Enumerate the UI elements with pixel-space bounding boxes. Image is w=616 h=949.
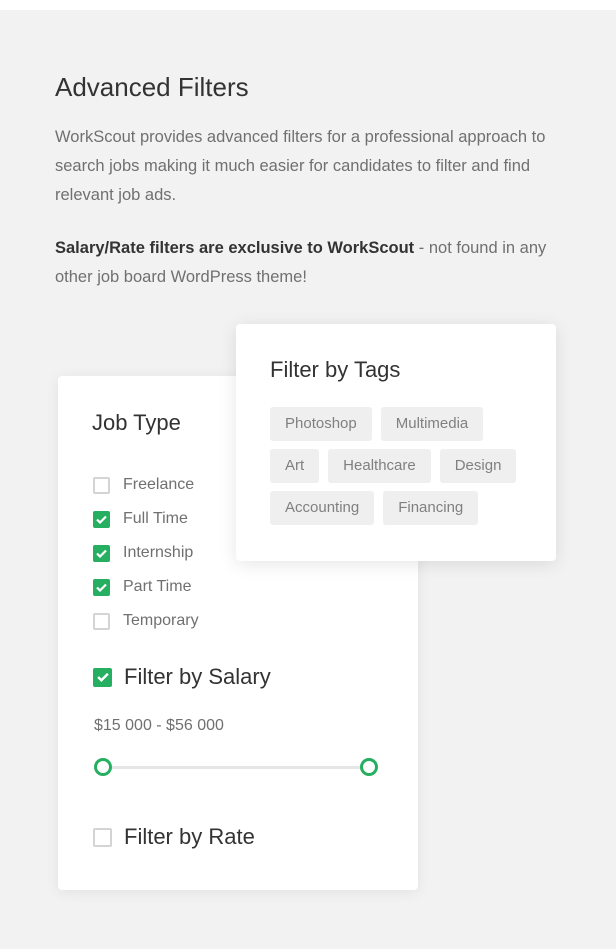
- salary-range-slider[interactable]: [94, 758, 378, 776]
- slider-min-handle[interactable]: [94, 758, 112, 776]
- tag-art[interactable]: Art: [270, 449, 320, 483]
- tag-multimedia[interactable]: Multimedia: [380, 407, 484, 441]
- slider-max-handle[interactable]: [360, 758, 378, 776]
- section-description: WorkScout provides advanced filters for …: [55, 128, 546, 204]
- tag-accounting[interactable]: Accounting: [270, 491, 375, 525]
- job-type-label: Full Time: [123, 510, 188, 527]
- job-type-list: Freelance Full Time Internship Part Time…: [93, 468, 199, 638]
- checkmark-icon: [96, 549, 107, 558]
- slider-selected-range: [103, 766, 369, 769]
- tag-cloud: Photoshop Multimedia Art Healthcare Desi…: [270, 407, 540, 533]
- tag-photoshop[interactable]: Photoshop: [270, 407, 372, 441]
- checkmark-icon: [96, 515, 107, 524]
- job-type-label: Internship: [123, 544, 194, 561]
- tag-healthcare[interactable]: Healthcare: [328, 449, 431, 483]
- job-type-title: Job Type: [92, 410, 181, 435]
- checkbox[interactable]: [93, 510, 110, 528]
- tag-design[interactable]: Design: [439, 449, 517, 483]
- checkbox[interactable]: [93, 476, 110, 494]
- job-type-label: Freelance: [123, 476, 195, 493]
- salary-checkbox[interactable]: [93, 667, 112, 687]
- job-type-option-temporary[interactable]: Temporary: [93, 604, 199, 638]
- filter-by-salary-label: Filter by Salary: [124, 664, 271, 689]
- job-type-option-internship[interactable]: Internship: [93, 536, 199, 570]
- filter-by-rate-label: Filter by Rate: [124, 824, 255, 849]
- tag-financing[interactable]: Financing: [383, 491, 479, 525]
- tag-row: Photoshop Multimedia: [270, 407, 540, 441]
- filter-by-rate-toggle[interactable]: Filter by Rate: [93, 824, 255, 850]
- tag-row: Art Healthcare Design: [270, 449, 540, 483]
- job-type-label: Part Time: [123, 578, 192, 595]
- tag-row: Accounting Financing: [270, 491, 540, 525]
- checkbox[interactable]: [93, 578, 110, 596]
- salary-range-value: $15 000 - $56 000: [94, 717, 224, 734]
- section-title: Advanced Filters: [55, 72, 249, 102]
- section-note: Salary/Rate filters are exclusive to Wor…: [55, 234, 575, 292]
- filter-by-salary-toggle[interactable]: Filter by Salary: [93, 664, 271, 690]
- tags-card: Filter by Tags Photoshop Multimedia Art …: [236, 324, 556, 561]
- job-type-option-part-time[interactable]: Part Time: [93, 570, 199, 604]
- tags-title: Filter by Tags: [270, 357, 401, 382]
- job-type-option-full-time[interactable]: Full Time: [93, 502, 199, 536]
- rate-checkbox[interactable]: [93, 827, 112, 847]
- job-type-label: Temporary: [123, 612, 199, 629]
- section-note-bold: Salary/Rate filters are exclusive to Wor…: [55, 239, 415, 257]
- checkbox[interactable]: [93, 612, 110, 630]
- job-type-option-freelance[interactable]: Freelance: [93, 468, 199, 502]
- checkmark-icon: [96, 583, 107, 592]
- checkmark-icon: [96, 672, 109, 682]
- checkbox[interactable]: [93, 544, 110, 562]
